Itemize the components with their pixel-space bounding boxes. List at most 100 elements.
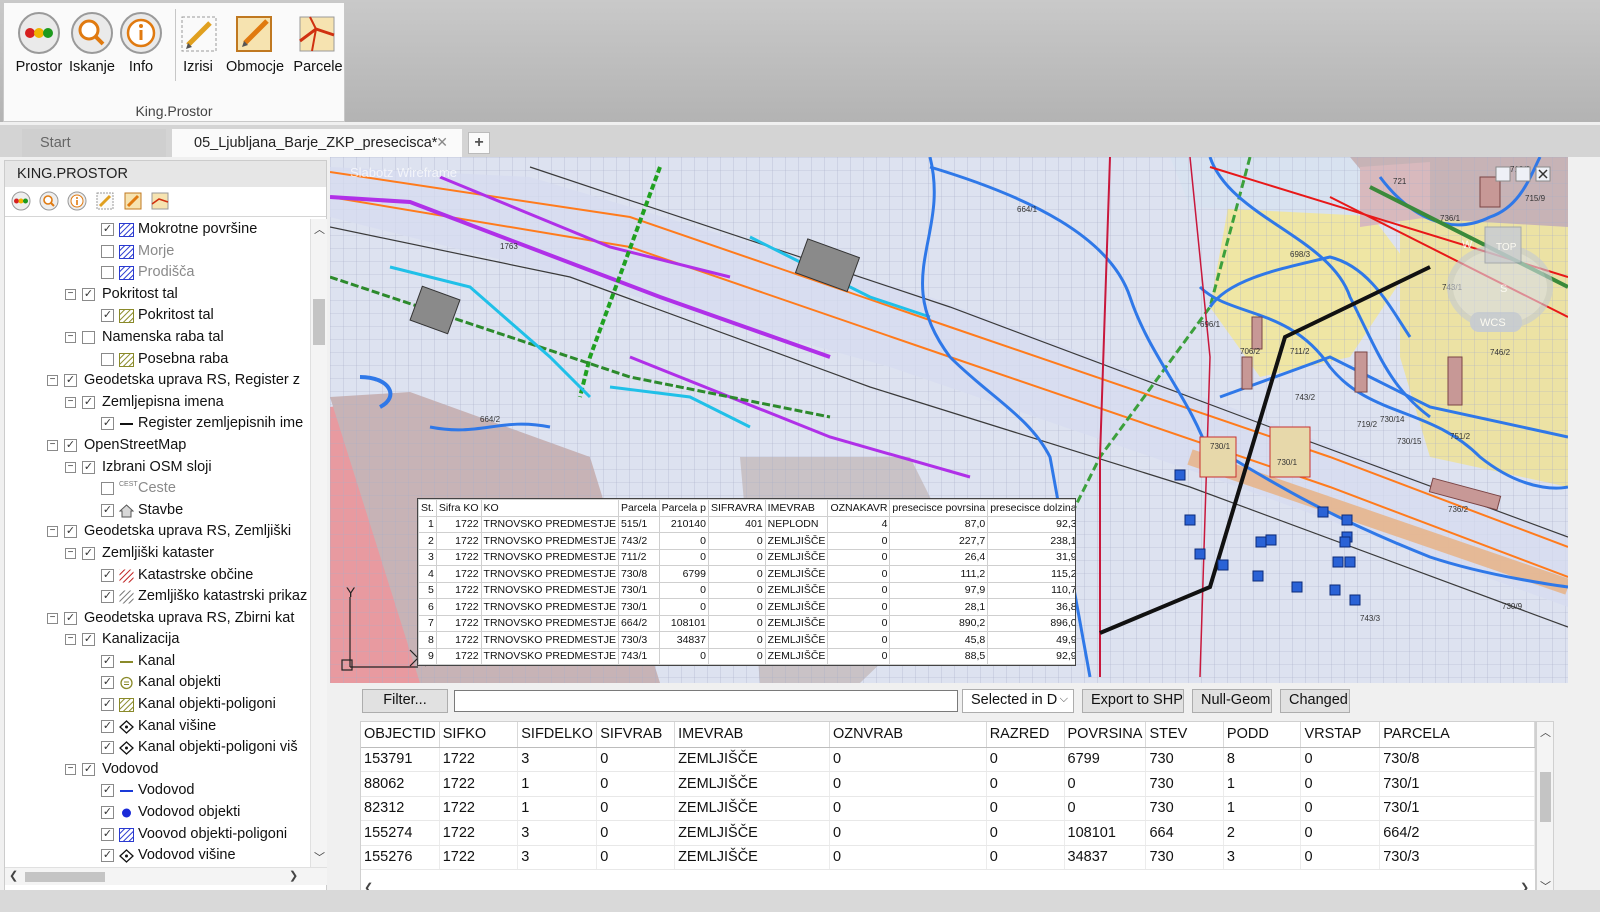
layer-tree-item[interactable]: ✓ Kanal objekti: [5, 672, 310, 694]
layer-tree-item[interactable]: − ✓ OpenStreetMap: [5, 435, 310, 457]
popup-column-header[interactable]: presecisce povrsina: [889, 499, 989, 517]
layer-visibility-checkbox[interactable]: ✓: [82, 460, 95, 474]
grid-column-header[interactable]: IMEVRAB: [674, 722, 830, 748]
layer-tree-item[interactable]: ✓ Mokrotne površine: [5, 219, 310, 241]
layer-visibility-checkbox[interactable]: ✓: [82, 395, 95, 409]
layer-visibility-checkbox[interactable]: ✓: [101, 719, 114, 733]
collapse-toggle-icon[interactable]: −: [65, 461, 76, 473]
layer-visibility-checkbox[interactable]: ✓: [82, 762, 95, 776]
popup-row[interactable]: 7 1722 TRNOVSKO PREDMESTJE 664/2 108101 0 ZEML…: [418, 614, 1075, 632]
obmocje-button[interactable]: Obmocje: [222, 5, 288, 85]
export-to-shp-button[interactable]: Export to SHP: [1082, 689, 1184, 713]
layer-tree-item[interactable]: − Namenska raba tal: [5, 327, 310, 349]
grid-column-header[interactable]: SIFDELKO: [517, 722, 598, 748]
popup-column-header[interactable]: OZNAKAVR: [827, 499, 891, 517]
popup-row[interactable]: 5 1722 TRNOVSKO PREDMESTJE 730/1 0 0 ZEMLJIŠČE…: [418, 581, 1075, 599]
layer-tree-item[interactable]: ✓ Stavbe: [5, 500, 310, 522]
layer-visibility-checkbox[interactable]: [101, 482, 114, 496]
layer-visibility-checkbox[interactable]: ✓: [82, 633, 95, 647]
layer-tree-item[interactable]: − ✓ Izbrani OSM sloji: [5, 457, 310, 479]
popup-column-header[interactable]: SIFRAVRA: [707, 499, 766, 517]
grid-column-header[interactable]: SIFKO: [439, 722, 519, 748]
popup-row[interactable]: 9 1722 TRNOVSKO PREDMESTJE 743/1 0 0 ZEMLJIŠČE…: [418, 647, 1075, 665]
layer-visibility-checkbox[interactable]: ✓: [101, 784, 114, 798]
draw-pencil-icon[interactable]: [95, 191, 115, 211]
grid-column-header[interactable]: RAZRED: [986, 722, 1065, 748]
popup-column-header[interactable]: Parcela p: [658, 499, 709, 517]
parcels-icon[interactable]: [150, 191, 170, 211]
collapse-toggle-icon[interactable]: −: [47, 612, 58, 624]
layer-tree-item[interactable]: − ✓ Vodovod: [5, 759, 310, 781]
collapse-toggle-icon[interactable]: −: [65, 634, 76, 646]
layer-tree-item[interactable]: − ✓ Geodetska uprava RS, Zbirni kat: [5, 608, 310, 630]
layer-visibility-checkbox[interactable]: [101, 352, 114, 366]
popup-row[interactable]: 6 1722 TRNOVSKO PREDMESTJE 730/1 0 0 ZEMLJIŠČE…: [418, 598, 1075, 616]
layer-tree-item[interactable]: − ✓ Zemljepisna imena: [5, 392, 310, 414]
layer-tree-item[interactable]: ✓ Kanal: [5, 651, 310, 673]
table-row[interactable]: 155274 1722 3 0 ZEMLJIŠČE 0 0 108101 664 2 0 664/2: [361, 820, 1535, 846]
grid-scroll-thumb[interactable]: [1540, 772, 1551, 822]
popup-column-header[interactable]: presecisce dolzina: [987, 499, 1075, 517]
layer-visibility-checkbox[interactable]: ✓: [64, 374, 77, 388]
collapse-toggle-icon[interactable]: −: [65, 547, 76, 559]
grid-column-header[interactable]: OBJECTID: [361, 722, 440, 748]
collapse-toggle-icon[interactable]: −: [65, 288, 76, 300]
scroll-up-icon[interactable]: ︿: [314, 221, 325, 237]
grid-column-header[interactable]: PODD: [1223, 722, 1302, 748]
grid-column-header[interactable]: VRSTAP: [1300, 722, 1381, 748]
close-icon[interactable]: ✕: [436, 134, 448, 151]
prostor-button[interactable]: Prostor: [10, 5, 68, 85]
changed-button[interactable]: Changed: [1280, 689, 1350, 713]
layer-visibility-checkbox[interactable]: ✓: [101, 676, 114, 690]
collapse-toggle-icon[interactable]: −: [65, 396, 76, 408]
collapse-toggle-icon[interactable]: −: [65, 763, 76, 775]
intersection-results-popup[interactable]: St. Sifra KO KO Parcela Parcela p SIFRAVRA IME…: [417, 498, 1076, 666]
layer-tree-item[interactable]: Morje: [5, 241, 310, 263]
izrisi-button[interactable]: Izrisi: [178, 5, 218, 85]
layer-tree-item[interactable]: − ✓ Pokritost tal: [5, 284, 310, 306]
grid-column-header[interactable]: SIFVRAB: [596, 722, 676, 748]
collapse-toggle-icon[interactable]: −: [47, 526, 58, 538]
popup-row[interactable]: 1 1722 TRNOVSKO PREDMESTJE 515/1 210140 401 NE…: [418, 515, 1075, 533]
popup-column-header[interactable]: IMEVRAB: [764, 499, 829, 517]
scroll-right-icon[interactable]: ❯: [289, 869, 298, 882]
scroll-down-icon[interactable]: ﹀: [314, 849, 325, 865]
layer-tree-item[interactable]: ✓ Zemljiško katastrski prikaz: [5, 586, 310, 608]
grid-column-header[interactable]: POVRSINA: [1064, 722, 1147, 748]
popup-column-header[interactable]: Sifra KO: [435, 499, 482, 517]
tree-horizontal-scrollbar[interactable]: ❮ ❯: [5, 867, 327, 885]
layer-tree-item[interactable]: ✓ Vodovod: [5, 780, 310, 802]
map-window-controls[interactable]: [1495, 166, 1551, 182]
collapse-toggle-icon[interactable]: −: [47, 375, 58, 387]
layer-visibility-checkbox[interactable]: ✓: [101, 827, 114, 841]
layer-tree-item[interactable]: − ✓ Kanalizacija: [5, 629, 310, 651]
layer-tree-item[interactable]: CEST Ceste: [5, 478, 310, 500]
layer-visibility-checkbox[interactable]: [101, 244, 114, 258]
layer-visibility-checkbox[interactable]: ✓: [101, 741, 114, 755]
scroll-up-icon[interactable]: ︿: [1540, 724, 1551, 740]
traffic-light-icon[interactable]: [11, 191, 31, 211]
tab-start[interactable]: Start: [22, 129, 166, 157]
grid-column-header[interactable]: PARCELA: [1379, 722, 1535, 748]
grid-column-header[interactable]: STEV: [1145, 722, 1224, 748]
layer-visibility-checkbox[interactable]: ✓: [101, 590, 114, 604]
layer-tree-item[interactable]: ✓ Katastrske občine: [5, 565, 310, 587]
popup-column-header[interactable]: KO: [480, 499, 619, 517]
layer-tree-item[interactable]: − ✓ Zemljiški kataster: [5, 543, 310, 565]
layer-visibility-checkbox[interactable]: ✓: [101, 503, 114, 517]
info-button[interactable]: Info: [118, 5, 164, 85]
layer-visibility-checkbox[interactable]: ✓: [101, 698, 114, 712]
popup-row[interactable]: 4 1722 TRNOVSKO PREDMESTJE 730/8 6799 0 ZEMLJI…: [418, 565, 1075, 583]
null-geom-button[interactable]: Null-Geom: [1192, 689, 1272, 713]
layer-visibility-checkbox[interactable]: ✓: [101, 417, 114, 431]
popup-row[interactable]: 8 1722 TRNOVSKO PREDMESTJE 730/3 34837 0 ZEMLJ…: [418, 631, 1075, 649]
attribute-grid[interactable]: OBJECTID SIFKO SIFDELKO SIFVRAB IMEVRAB OZNVR…: [360, 721, 1536, 897]
collapse-toggle-icon[interactable]: −: [47, 439, 58, 451]
popup-row[interactable]: 2 1722 TRNOVSKO PREDMESTJE 743/2 0 0 ZEMLJIŠČE…: [418, 532, 1075, 550]
table-row[interactable]: 155276 1722 3 0 ZEMLJIŠČE 0 0 34837 730 3 0 730/3: [361, 845, 1535, 870]
table-row[interactable]: 153791 1722 3 0 ZEMLJIŠČE 0 0 6799 730 8 0 730/8: [361, 747, 1535, 772]
layer-visibility-checkbox[interactable]: ✓: [64, 611, 77, 625]
popup-row[interactable]: 3 1722 TRNOVSKO PREDMESTJE 711/2 0 0 ZEMLJIŠČE…: [418, 548, 1075, 566]
wcs-button[interactable]: WCS: [1480, 317, 1506, 329]
layer-visibility-checkbox[interactable]: ✓: [101, 654, 114, 668]
